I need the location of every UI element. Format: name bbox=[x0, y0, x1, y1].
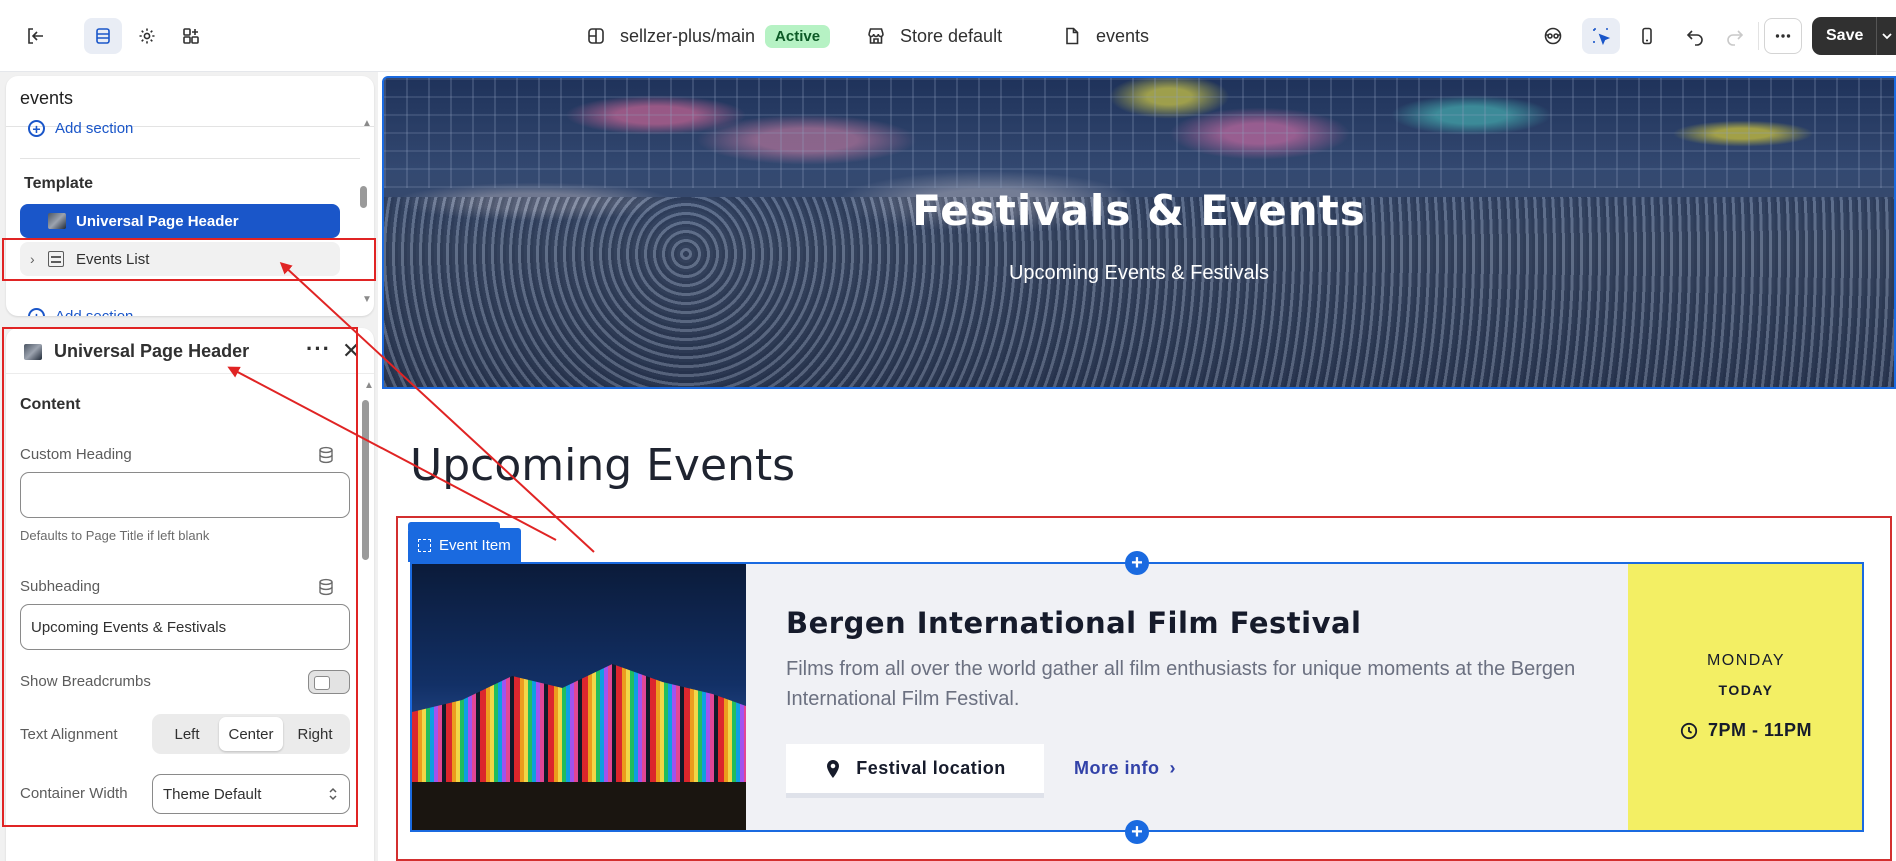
add-section-button[interactable]: + Add section bbox=[28, 308, 133, 316]
undo-icon[interactable] bbox=[1676, 18, 1714, 54]
more-icon[interactable] bbox=[1764, 18, 1802, 54]
page-selector[interactable]: events bbox=[1062, 22, 1149, 50]
market-selector[interactable]: Store default bbox=[866, 22, 1002, 50]
event-title: Bergen International Film Festival bbox=[786, 606, 1362, 640]
divider bbox=[20, 158, 360, 159]
toolbar-divider bbox=[1758, 22, 1759, 50]
storefront-preview: Festivals & Events Upcoming Events & Fes… bbox=[378, 72, 1896, 861]
editor-sidebar: events + Add section Template Universal … bbox=[0, 72, 378, 861]
dynamic-source-icon[interactable] bbox=[318, 446, 334, 464]
sections-icon[interactable] bbox=[84, 18, 122, 54]
container-width-value: Theme Default bbox=[163, 785, 262, 803]
branch-icon bbox=[588, 28, 604, 44]
add-section-label: Add section bbox=[55, 120, 134, 137]
align-right-option[interactable]: Right bbox=[283, 717, 347, 751]
gear-icon[interactable] bbox=[128, 18, 166, 54]
settings-header: Universal Page Header ··· ✕ bbox=[6, 328, 374, 374]
more-info-link[interactable]: More info › bbox=[1074, 758, 1176, 779]
image-thumbnail-icon bbox=[24, 344, 42, 360]
store-path: sellzer-plus/main bbox=[620, 25, 756, 46]
store-icon bbox=[868, 28, 884, 44]
sidebar-item-label: Universal Page Header bbox=[76, 212, 239, 230]
scroll-up-icon[interactable]: ▲ bbox=[362, 118, 372, 129]
event-item-tag-label: Event Item bbox=[439, 536, 511, 554]
custom-heading-label: Custom Heading bbox=[20, 446, 132, 463]
show-breadcrumbs-toggle[interactable] bbox=[308, 670, 350, 694]
add-section-label: Add section bbox=[55, 308, 133, 316]
festival-location-button[interactable]: Festival location bbox=[786, 744, 1044, 798]
close-icon[interactable]: ✕ bbox=[342, 338, 360, 364]
section-settings-panel: Universal Page Header ··· ✕ Content Cust… bbox=[6, 328, 374, 861]
location-pin-icon bbox=[827, 759, 840, 778]
select-arrows-icon bbox=[329, 787, 337, 801]
exit-icon[interactable] bbox=[16, 18, 54, 54]
plus-circle-icon: + bbox=[28, 308, 45, 316]
subheading-input[interactable]: Upcoming Events & Festivals bbox=[20, 604, 350, 650]
event-description: Films from all over the world gather all… bbox=[786, 658, 1576, 710]
event-date-panel: MONDAY TODAY 7PM - 11PM bbox=[1628, 564, 1862, 830]
chevron-down-icon[interactable] bbox=[1876, 17, 1896, 55]
editor-topbar: sellzer-plus/main Active Store default e… bbox=[0, 0, 1896, 72]
mobile-icon[interactable] bbox=[1628, 18, 1666, 54]
plus-circle-icon: + bbox=[28, 120, 45, 137]
redo-icon[interactable] bbox=[1716, 18, 1754, 54]
align-center-option[interactable]: Center bbox=[219, 717, 283, 751]
branch-selector[interactable]: sellzer-plus/main Active bbox=[586, 22, 831, 50]
sidebar-item-universal-page-header[interactable]: Universal Page Header bbox=[20, 204, 340, 238]
scrollbar-thumb[interactable] bbox=[360, 186, 367, 208]
show-breadcrumbs-label: Show Breadcrumbs bbox=[20, 673, 151, 690]
scroll-down-icon[interactable]: ▼ bbox=[362, 294, 372, 305]
page-name-heading: events bbox=[20, 88, 74, 108]
events-section-heading: Upcoming Events bbox=[410, 440, 796, 491]
event-date-label: TODAY bbox=[1718, 682, 1774, 698]
chevron-right-icon: › bbox=[1169, 758, 1176, 778]
container-width-select[interactable]: Theme Default bbox=[152, 774, 350, 814]
more-info-label: More info bbox=[1074, 758, 1160, 778]
more-icon[interactable]: ··· bbox=[306, 336, 331, 362]
page-header-hero[interactable]: Festivals & Events Upcoming Events & Fes… bbox=[382, 76, 1896, 389]
store-label: Store default bbox=[900, 25, 1003, 46]
container-width-label: Container Width bbox=[20, 785, 128, 802]
status-badge: Active bbox=[765, 24, 831, 48]
add-block-above-button[interactable]: + bbox=[1125, 551, 1149, 575]
hero-subtitle: Upcoming Events & Festivals bbox=[1008, 262, 1270, 284]
event-item-tag[interactable]: Event Item bbox=[408, 528, 521, 562]
custom-heading-help: Defaults to Page Title if left blank bbox=[20, 528, 210, 543]
sidebar-item-events-list[interactable]: › Events List bbox=[20, 242, 340, 276]
festival-location-label: Festival location bbox=[856, 758, 1006, 778]
align-left-option[interactable]: Left bbox=[155, 717, 219, 751]
page-icon bbox=[1066, 27, 1079, 45]
chevron-right-icon[interactable]: › bbox=[30, 251, 40, 267]
section-tree-card: events + Add section Template Universal … bbox=[6, 76, 374, 316]
dynamic-source-icon[interactable] bbox=[318, 578, 334, 596]
hero-title: Festivals & Events bbox=[912, 186, 1366, 235]
event-time-value: 7PM - 11PM bbox=[1707, 720, 1813, 740]
clock-icon bbox=[1680, 722, 1698, 739]
add-section-button[interactable]: + Add section bbox=[28, 120, 134, 137]
inspector-icon[interactable] bbox=[1582, 18, 1620, 54]
event-time: 7PM - 11PM bbox=[1628, 720, 1862, 741]
subheading-label: Subheading bbox=[20, 578, 101, 595]
custom-heading-input[interactable] bbox=[20, 472, 350, 518]
page-label: events bbox=[1096, 25, 1150, 46]
scrollbar-thumb[interactable] bbox=[362, 400, 369, 560]
template-group-label: Template bbox=[24, 175, 94, 192]
select-frame-icon bbox=[418, 538, 431, 552]
add-block-below-button[interactable]: + bbox=[1125, 820, 1149, 844]
settings-title: Universal Page Header bbox=[54, 341, 250, 361]
image-thumbnail-icon bbox=[48, 213, 66, 229]
preview-eye-icon[interactable] bbox=[1534, 18, 1572, 54]
content-section-label: Content bbox=[20, 396, 81, 413]
text-alignment-segmented: Left Center Right bbox=[152, 714, 350, 754]
event-card[interactable]: Bergen International Film Festival Films… bbox=[410, 562, 1864, 832]
section-list-icon bbox=[48, 251, 64, 267]
apps-icon[interactable] bbox=[172, 18, 210, 54]
event-image bbox=[412, 564, 746, 830]
scroll-up-icon[interactable]: ▲ bbox=[364, 380, 374, 391]
text-alignment-label: Text Alignment bbox=[20, 726, 118, 743]
sidebar-item-label: Events List bbox=[76, 250, 150, 268]
event-day: MONDAY bbox=[1706, 652, 1786, 669]
